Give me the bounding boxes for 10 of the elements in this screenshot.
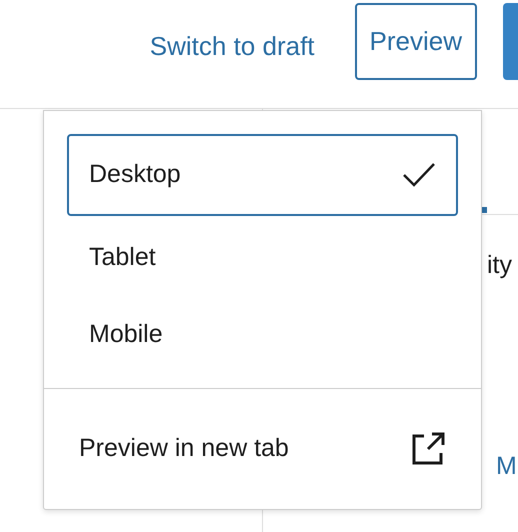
checkmark-icon bbox=[402, 162, 436, 188]
preview-button[interactable]: Preview bbox=[354, 3, 477, 80]
sidebar-link[interactable]: M bbox=[496, 454, 517, 479]
preview-new-tab-item[interactable]: Preview in new tab bbox=[56, 411, 469, 487]
external-link-icon bbox=[410, 431, 446, 467]
switch-to-draft-link[interactable]: Switch to draft bbox=[150, 27, 315, 66]
device-menu-item[interactable]: Desktop bbox=[67, 134, 458, 216]
device-menu-item[interactable]: Tablet bbox=[67, 222, 458, 293]
sidebar-text: ity bbox=[487, 253, 513, 278]
device-menu-item[interactable]: Mobile bbox=[67, 299, 458, 370]
